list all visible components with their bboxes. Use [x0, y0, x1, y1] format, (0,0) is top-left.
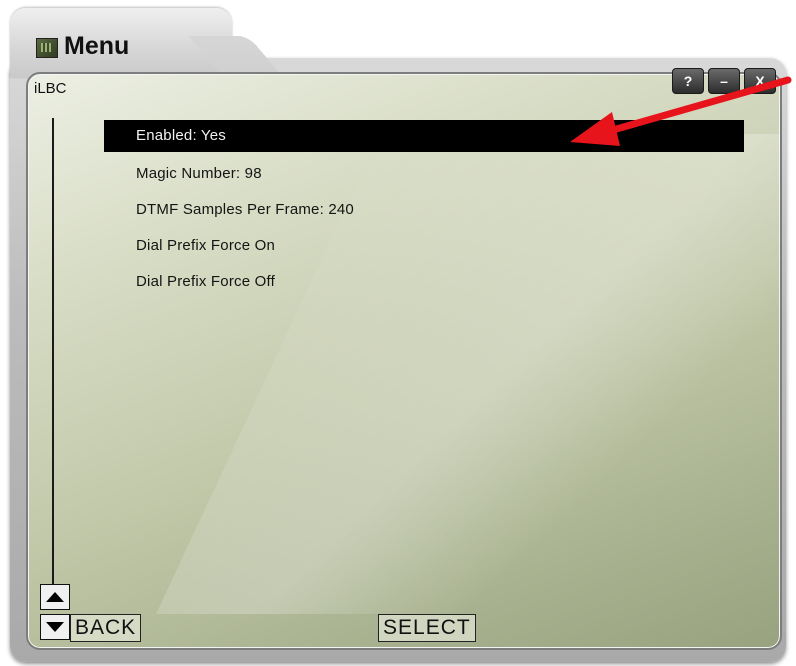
- menu-item-dial-prefix-on[interactable]: Dial Prefix Force On: [104, 228, 744, 264]
- menu-icon: [36, 38, 58, 58]
- scroll-track[interactable]: [52, 118, 54, 596]
- scroll-down-button[interactable]: [40, 614, 70, 640]
- menu-item-dial-prefix-off[interactable]: Dial Prefix Force Off: [104, 264, 744, 300]
- menu-item-dtmf-samples[interactable]: DTMF Samples Per Frame: 240: [104, 192, 744, 228]
- title-tab: Menu: [10, 8, 232, 78]
- scroll-up-button[interactable]: [40, 584, 70, 610]
- window-title: Menu: [64, 32, 130, 60]
- back-button[interactable]: BACK: [70, 614, 142, 642]
- panel-label: iLBC: [34, 80, 67, 97]
- annotation-arrow: [570, 76, 792, 146]
- menu-panel: iLBC Enabled: Yes Magic Number: 98 DTMF …: [26, 72, 782, 650]
- arrow-up-icon: [46, 592, 64, 602]
- select-button[interactable]: SELECT: [378, 614, 476, 642]
- arrow-down-icon: [46, 622, 64, 632]
- menu-item-magic-number[interactable]: Magic Number: 98: [104, 156, 744, 192]
